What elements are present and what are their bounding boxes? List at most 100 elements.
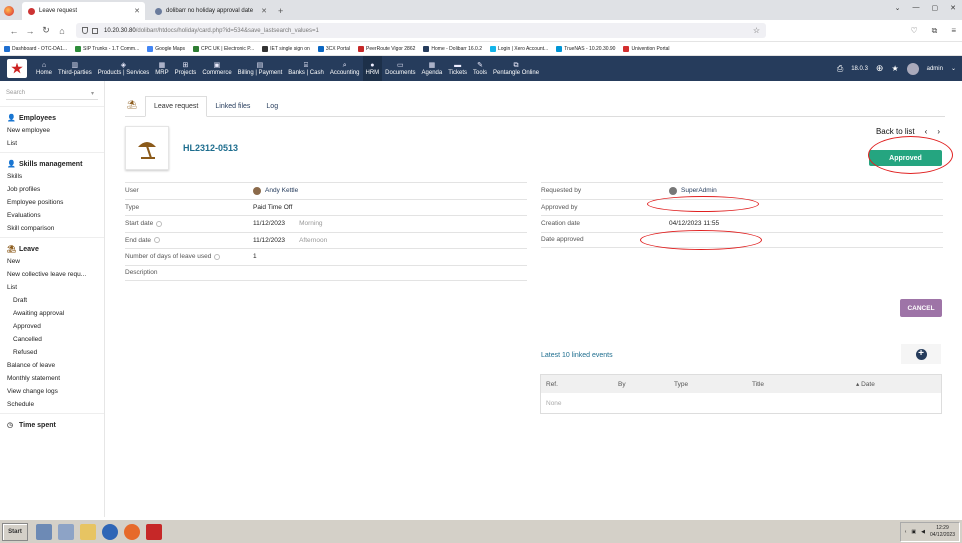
sidebar-item-new-employee[interactable]: New employee	[0, 124, 104, 137]
close-icon[interactable]: ✕	[134, 7, 140, 15]
sidebar-item-new-collective-leave[interactable]: New collective leave requ...	[0, 268, 104, 281]
clock[interactable]: 12:29 04/12/2023	[930, 525, 955, 539]
sidebar-item-job-profiles[interactable]: Job profiles	[0, 183, 104, 196]
pocket-icon[interactable]: ♡	[910, 26, 917, 36]
previous-icon[interactable]: ‹	[925, 127, 928, 136]
bookmark[interactable]: TrueNAS - 10.20.30.90	[556, 45, 615, 52]
next-icon[interactable]: ›	[937, 127, 940, 136]
avatar[interactable]	[906, 62, 919, 75]
print-icon[interactable]: ⎙	[837, 64, 843, 74]
menu-icon[interactable]: ≡	[951, 26, 956, 36]
user-name[interactable]: admin	[927, 66, 943, 72]
bookmark[interactable]: Dashboard - OTC-DA1...	[4, 45, 67, 52]
events-section-title[interactable]: Latest 10 linked events	[541, 352, 613, 359]
back-to-list-link[interactable]: Back to list	[876, 127, 915, 136]
chevron-down-icon[interactable]: ⌄	[895, 4, 901, 12]
dolibarr-icon[interactable]	[146, 523, 162, 540]
sidebar-item-awaiting-approval[interactable]: Awaiting approval	[0, 307, 104, 320]
sidebar-title-time-spent[interactable]: ◷ Time spent	[0, 419, 104, 431]
tab-leave-request[interactable]: Leave request	[145, 96, 208, 117]
tab-log[interactable]: Log	[258, 97, 286, 116]
menu-billing[interactable]: ▤ Billing | Payment	[235, 56, 286, 81]
bookmark[interactable]: SIP Trunks - 1.T Comm...	[75, 45, 139, 52]
sidebar-item-draft[interactable]: Draft	[0, 294, 104, 307]
column-header[interactable]: By	[613, 381, 669, 388]
back-arrow-icon[interactable]: ←	[6, 26, 22, 36]
sidebar-title-skills[interactable]: 👤 Skills management	[0, 158, 104, 170]
menu-agenda[interactable]: ▦ Agenda	[419, 56, 446, 81]
column-header-date[interactable]: ▴ Date	[851, 380, 875, 388]
sidebar-item-evaluations[interactable]: Evaluations	[0, 209, 104, 222]
maximize-icon[interactable]: ▢	[932, 4, 939, 12]
menu-hrm[interactable]: ● HRM	[362, 56, 383, 81]
dolibarr-logo[interactable]	[7, 59, 27, 78]
menu-home[interactable]: ⌂ Home	[33, 56, 55, 81]
extensions-icon[interactable]: ⧉	[932, 26, 938, 36]
bookmark[interactable]: Univention Portal	[623, 45, 670, 52]
close-window-icon[interactable]: ✕	[950, 4, 956, 12]
sidebar-item-monthly-statement[interactable]: Monthly statement	[0, 372, 104, 385]
column-header[interactable]: Type	[669, 381, 747, 388]
forward-arrow-icon[interactable]: →	[22, 26, 38, 36]
menu-pentangle-online[interactable]: ⧉ Pentangle Online	[490, 56, 542, 81]
address-bar[interactable]: 10.20.30.80/dolibarr/htdocs/holiday/card…	[76, 23, 766, 38]
bookmark[interactable]: Home - Dolibarr 16.0.2	[423, 45, 482, 52]
sidebar-item-schedule[interactable]: Schedule	[0, 398, 104, 411]
folder-icon[interactable]	[80, 523, 96, 540]
sidebar-item-employee-list[interactable]: List	[0, 137, 104, 150]
start-button[interactable]: Start	[2, 522, 28, 541]
sidebar-item-balance-of-leave[interactable]: Balance of leave	[0, 359, 104, 372]
info-icon[interactable]	[156, 220, 163, 227]
menu-commerce[interactable]: ▣ Commerce	[199, 56, 234, 81]
thunderbird-icon[interactable]	[102, 523, 118, 540]
sidebar-item-leave-list[interactable]: List	[0, 281, 104, 294]
info-icon[interactable]	[154, 237, 161, 244]
sidebar-item-skill-comparison[interactable]: Skill comparison	[0, 222, 104, 235]
bookmark[interactable]: 3CX Portal	[317, 45, 350, 52]
bookmark-star-icon[interactable]: ★	[891, 64, 898, 73]
sidebar-item-refused[interactable]: Refused	[0, 346, 104, 359]
menu-projects[interactable]: ⊞ Projects	[172, 56, 200, 81]
bookmark[interactable]: PeerRoute Vigor 2862	[358, 45, 415, 52]
firefox-icon[interactable]	[124, 523, 140, 540]
browser-tab-search[interactable]: dolibarr no holiday approval date ✕	[149, 2, 272, 20]
user-link[interactable]: SuperAdmin	[681, 187, 717, 194]
chevron-down-icon[interactable]: ⌄	[951, 65, 956, 72]
menu-documents[interactable]: ▭ Documents	[382, 56, 418, 81]
calculator-icon[interactable]	[58, 523, 74, 540]
sidebar-item-skills[interactable]: Skills	[0, 170, 104, 183]
sidebar-item-employee-positions[interactable]: Employee positions	[0, 196, 104, 209]
menu-third-parties[interactable]: ▥ Third-parties	[55, 56, 95, 81]
sidebar-search[interactable]: Search ▾	[6, 87, 98, 100]
bookmark[interactable]: IET single sign on	[262, 45, 310, 52]
sidebar-item-cancelled[interactable]: Cancelled	[0, 333, 104, 346]
column-header[interactable]: Title	[747, 381, 851, 388]
sidebar-title-leave[interactable]: ⛱ Leave	[0, 243, 104, 255]
minimize-icon[interactable]: —	[913, 4, 920, 12]
close-icon[interactable]: ✕	[261, 7, 267, 15]
sidebar-item-new-leave[interactable]: New	[0, 255, 104, 268]
reload-icon[interactable]: ↻	[38, 25, 54, 36]
new-tab-button[interactable]: +	[278, 2, 283, 20]
menu-mrp[interactable]: ▦ MRP	[152, 56, 171, 81]
tab-linked-files[interactable]: Linked files	[207, 97, 258, 116]
menu-banks[interactable]: ⌸ Banks | Cash	[285, 56, 327, 81]
column-header[interactable]: Ref.	[541, 381, 613, 388]
home-icon[interactable]: ⌂	[54, 26, 70, 36]
user-link[interactable]: Andy Kettle	[265, 187, 298, 194]
bookmark[interactable]: CPC UK | Electronic P...	[193, 45, 254, 52]
vnc-icon[interactable]	[36, 523, 52, 540]
sidebar-item-view-change-logs[interactable]: View change logs	[0, 385, 104, 398]
add-event-button[interactable]: +	[901, 344, 941, 364]
sidebar-item-approved[interactable]: Approved	[0, 320, 104, 333]
cancel-button[interactable]: CANCEL	[900, 299, 942, 317]
menu-tickets[interactable]: ▬ Tickets	[445, 56, 470, 81]
tray-expand-icon[interactable]: ‹	[905, 529, 907, 535]
info-icon[interactable]	[214, 253, 221, 260]
bookmark[interactable]: Login | Xero Account...	[489, 45, 548, 52]
menu-accounting[interactable]: ⌕ Accounting	[327, 56, 363, 81]
bookmark-star-icon[interactable]: ☆	[753, 26, 760, 35]
volume-icon[interactable]: ◀	[921, 529, 925, 535]
sidebar-title-employees[interactable]: 👤 Employees	[0, 112, 104, 124]
network-icon[interactable]: ▣	[911, 529, 916, 535]
